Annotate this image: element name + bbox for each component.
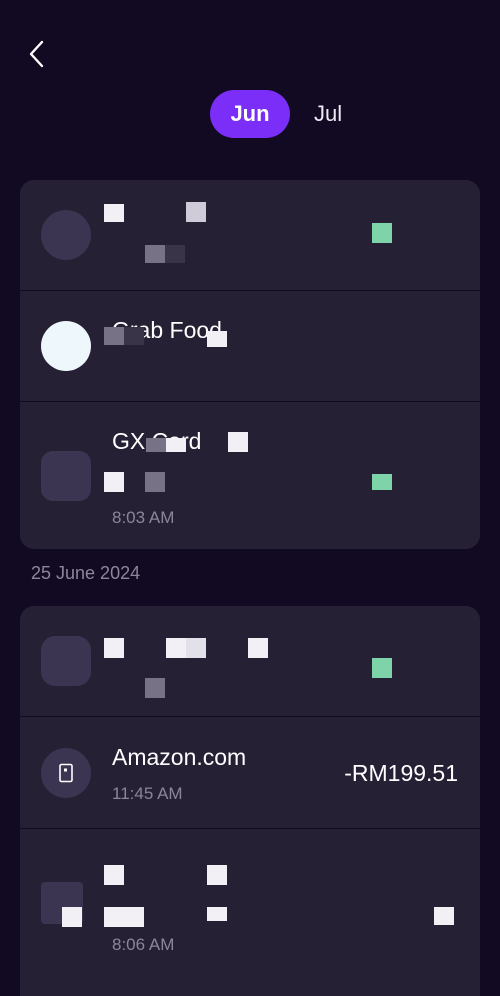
redaction-block [104, 327, 124, 345]
redaction-block [145, 245, 165, 263]
redaction-block [104, 865, 124, 885]
redaction-block [248, 638, 268, 658]
transaction-row[interactable]: 8:06 AM [20, 829, 480, 977]
transaction-row[interactable]: Grab Food [20, 291, 480, 402]
chevron-left-icon [29, 40, 44, 68]
transaction-group-1: Grab Food GX Card 8:03 AM [20, 180, 480, 549]
redaction-block [228, 432, 248, 452]
transaction-time: 11:45 AM [112, 784, 183, 803]
redaction-block [104, 204, 124, 222]
redaction-block [372, 658, 392, 678]
merchant-avatar [41, 210, 91, 260]
merchant-avatar [41, 747, 91, 798]
tab-jul[interactable]: Jul [310, 90, 346, 138]
redaction-block [434, 907, 454, 925]
transaction-row[interactable]: Amazon.com 11:45 AM -RM199.51 [20, 717, 480, 829]
redaction-block [166, 438, 186, 452]
redaction-block [104, 638, 124, 658]
transaction-row[interactable] [20, 180, 480, 291]
month-tabs: Jun Jul [210, 90, 346, 138]
redaction-block [186, 202, 206, 222]
transaction-time: 8:06 AM [112, 935, 175, 954]
redaction-block [207, 865, 227, 885]
transaction-row[interactable]: GX Card 8:03 AM [20, 402, 480, 549]
redaction-block [186, 638, 206, 658]
redaction-block [124, 327, 144, 345]
redaction-block [207, 907, 227, 921]
transaction-row[interactable] [20, 606, 480, 717]
redaction-block [165, 245, 185, 263]
merchant-avatar [41, 450, 91, 501]
back-button[interactable] [22, 38, 52, 70]
redaction-block [166, 638, 186, 658]
card-icon [59, 763, 73, 782]
redaction-block [207, 331, 227, 347]
redaction-block [146, 438, 166, 452]
transaction-amount: -RM199.51 [344, 760, 458, 786]
redaction-block [104, 472, 124, 492]
redaction-block [372, 223, 392, 243]
transaction-time: 8:03 AM [112, 508, 175, 527]
redaction-block [145, 678, 165, 698]
redaction-block [145, 472, 165, 492]
transaction-name: Amazon.com [112, 744, 247, 770]
merchant-avatar [41, 636, 91, 686]
tab-jun[interactable]: Jun [210, 90, 290, 138]
redaction-block [104, 907, 144, 927]
grab-food-logo [41, 321, 91, 371]
redaction-block [372, 474, 392, 490]
redaction-block [62, 907, 82, 927]
transaction-group-2: Amazon.com 11:45 AM -RM199.51 8:06 AM [20, 606, 480, 996]
section-date: 25 June 2024 [31, 563, 141, 583]
